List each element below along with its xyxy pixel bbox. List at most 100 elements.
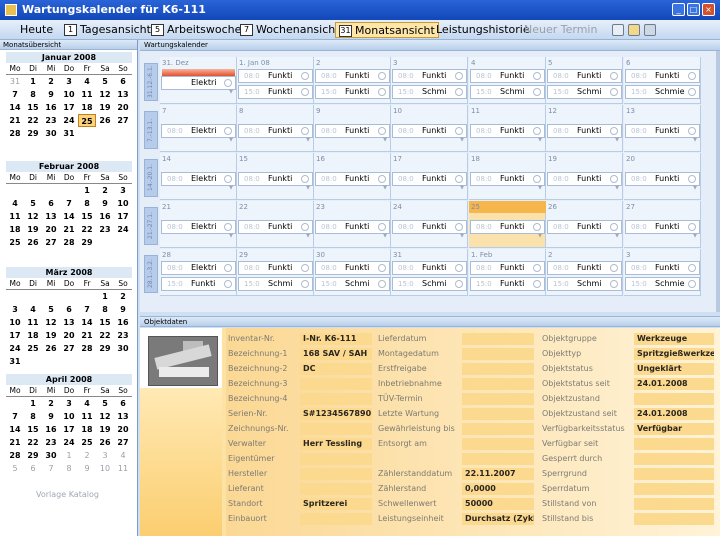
mini-day[interactable] xyxy=(114,127,132,140)
field-value[interactable] xyxy=(300,423,372,435)
mini-day[interactable]: 26 xyxy=(96,114,114,127)
mini-day[interactable]: 25 xyxy=(78,114,96,127)
mini-day[interactable] xyxy=(78,355,96,368)
mini-day[interactable]: 5 xyxy=(96,397,114,410)
mini-day[interactable]: 9 xyxy=(114,303,132,316)
mini-day[interactable]: 21 xyxy=(60,223,78,236)
mini-day[interactable] xyxy=(42,355,60,368)
mini-day[interactable] xyxy=(78,127,96,140)
mini-day[interactable]: 3 xyxy=(60,397,78,410)
field-value[interactable] xyxy=(300,378,372,390)
mini-day[interactable]: 6 xyxy=(42,197,60,210)
mini-day[interactable]: 27 xyxy=(42,236,60,249)
mini-day[interactable]: 6 xyxy=(114,75,132,88)
calendar-day[interactable]: 1. Jan 08 08:0 Funkti 15:0 Funkti xyxy=(237,57,314,104)
mini-day[interactable]: 20 xyxy=(60,329,78,342)
field-value[interactable] xyxy=(300,453,372,465)
calendar-day[interactable]: 2 08:0 Funkti 15:0 Schmi xyxy=(546,249,623,296)
mini-day[interactable]: 24 xyxy=(60,436,78,449)
mini-day[interactable]: 7 xyxy=(42,462,60,475)
field-value[interactable]: DC xyxy=(300,363,372,375)
mini-day[interactable]: 4 xyxy=(24,303,42,316)
today-button[interactable]: Heute xyxy=(20,22,53,38)
mini-day[interactable]: 8 xyxy=(96,303,114,316)
mini-day[interactable]: 29 xyxy=(78,236,96,249)
mini-day[interactable]: 5 xyxy=(42,303,60,316)
mini-day[interactable]: 28 xyxy=(78,342,96,355)
calendar-day[interactable]: 10 08:0 Funkti ▼ xyxy=(391,105,468,152)
mini-day[interactable]: 26 xyxy=(96,436,114,449)
mini-day[interactable]: 20 xyxy=(42,223,60,236)
chevron-down-icon[interactable]: ▼ xyxy=(460,230,464,242)
mini-day[interactable]: 15 xyxy=(96,316,114,329)
mini-day[interactable]: 17 xyxy=(60,101,78,114)
day-view-button[interactable]: 1 Tagesansicht xyxy=(64,22,151,38)
mini-day[interactable]: 2 xyxy=(78,449,96,462)
appointment[interactable]: 15:0 Schmi xyxy=(547,85,622,99)
mini-day[interactable]: 9 xyxy=(78,462,96,475)
appointment[interactable]: 15:0 Funkti xyxy=(315,85,390,99)
chevron-down-icon[interactable]: ▼ xyxy=(460,182,464,194)
field-value[interactable] xyxy=(462,363,534,375)
mini-day[interactable]: 21 xyxy=(6,436,24,449)
appointment[interactable]: 15:0 Schmi xyxy=(470,85,545,99)
calendar-day[interactable]: 31 08:0 Funkti 15:0 Schmi xyxy=(391,249,468,296)
mini-day[interactable]: 30 xyxy=(42,449,60,462)
appointment[interactable]: 08:0 Funkti xyxy=(625,69,700,83)
field-value[interactable] xyxy=(462,333,534,345)
appointment[interactable]: 08:0 Funkti ▼ xyxy=(547,172,622,191)
chevron-down-icon[interactable]: ▼ xyxy=(615,134,619,146)
appointment[interactable]: 08:0 Funkti ▼ xyxy=(470,172,545,191)
appointment[interactable]: 08:0 Funkti ▼ xyxy=(547,220,622,239)
appointment[interactable]: 08:0 Funkti ▼ xyxy=(392,220,467,239)
history-button[interactable]: Leistungshistorie xyxy=(436,22,530,38)
mini-day[interactable]: 22 xyxy=(24,436,42,449)
mini-day[interactable]: 27 xyxy=(114,114,132,127)
mini-day[interactable]: 10 xyxy=(6,316,24,329)
calendar-day[interactable]: 4 08:0 Funkti 15:0 Schmi xyxy=(469,57,546,104)
mini-day[interactable]: 31 xyxy=(6,75,24,88)
mini-day[interactable]: 10 xyxy=(60,410,78,423)
appointment[interactable]: 15:0 Funkti xyxy=(238,85,313,99)
field-value[interactable]: 22.11.2007 xyxy=(462,468,534,480)
calendar-day[interactable]: 16 08:0 Funkti ▼ xyxy=(314,153,391,200)
appointment[interactable]: 08:0 Funkti ▼ xyxy=(547,124,622,143)
appointment[interactable]: 08:0 Funkti ▼ xyxy=(315,124,390,143)
appointment[interactable]: 08:0 Funkti xyxy=(315,69,390,83)
appointment[interactable]: 15:0 Schmi xyxy=(547,277,622,291)
mini-day[interactable]: 6 xyxy=(114,397,132,410)
month-view-button[interactable]: 31 Monatsansicht xyxy=(335,22,439,38)
print-icon[interactable] xyxy=(612,24,624,36)
calendar-day[interactable]: 3 08:0 Funkti 15:0 Schmie xyxy=(624,249,701,296)
mini-day[interactable]: 11 xyxy=(114,462,132,475)
mini-day[interactable]: 25 xyxy=(78,436,96,449)
mini-day[interactable]: 13 xyxy=(42,210,60,223)
chevron-down-icon[interactable]: ▼ xyxy=(306,182,310,194)
field-value[interactable]: Ungeklärt xyxy=(634,363,714,375)
calendar-day[interactable]: 26 08:0 Funkti ▼ xyxy=(546,201,623,248)
appointment[interactable]: 15:0 Funkti xyxy=(161,277,236,291)
appointment[interactable]: 08:0 Funkti xyxy=(470,69,545,83)
field-value[interactable]: I-Nr. K6-111 xyxy=(300,333,372,345)
calendar-day[interactable]: 1. Feb 08:0 Funkti 15:0 Funkti xyxy=(469,249,546,296)
mini-day[interactable]: 1 xyxy=(24,397,42,410)
appointment[interactable]: 08:0 Funkti ▼ xyxy=(625,220,700,239)
mini-day[interactable]: 14 xyxy=(6,101,24,114)
new-appointment-button[interactable]: Neuer Termin xyxy=(524,22,597,38)
mini-day[interactable]: 25 xyxy=(24,342,42,355)
mini-day[interactable]: 6 xyxy=(24,462,42,475)
chevron-down-icon[interactable]: ▼ xyxy=(383,134,387,146)
mini-day[interactable]: 15 xyxy=(78,210,96,223)
mini-day[interactable]: 11 xyxy=(78,88,96,101)
appointment[interactable]: 08:0 Funkti xyxy=(238,261,313,275)
calendar-day[interactable]: 18 08:0 Funkti ▼ xyxy=(469,153,546,200)
mini-day[interactable]: 14 xyxy=(6,423,24,436)
mini-day[interactable]: 18 xyxy=(78,101,96,114)
mini-day[interactable]: 20 xyxy=(114,423,132,436)
tools-icon[interactable] xyxy=(644,24,656,36)
mini-day[interactable] xyxy=(114,355,132,368)
calendar-day[interactable]: 2 08:0 Funkti 15:0 Funkti xyxy=(314,57,391,104)
chevron-down-icon[interactable]: ▼ xyxy=(615,230,619,242)
mini-day[interactable]: 31 xyxy=(60,127,78,140)
week-label[interactable]: 21.-27.1. xyxy=(144,207,158,245)
